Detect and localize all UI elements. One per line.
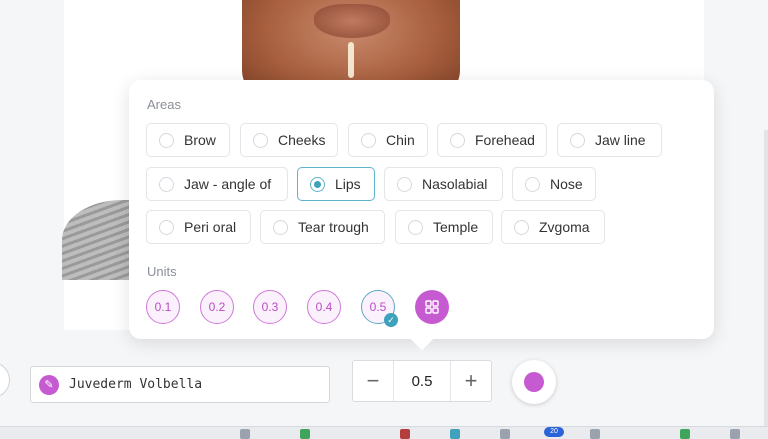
grid-icon xyxy=(425,300,439,314)
notification-badge[interactable]: 20 xyxy=(544,427,564,437)
area-chip-label: Cheeks xyxy=(278,132,326,148)
areas-label: Areas xyxy=(147,97,181,112)
area-chip-label: Brow xyxy=(184,132,216,148)
chin-marker xyxy=(348,42,354,78)
radio-icon xyxy=(570,132,585,148)
area-chip-label: Lips xyxy=(335,176,361,192)
injection-popup: Areas Brow Cheeks Chin Forehead Jaw line… xyxy=(129,80,714,339)
area-chip-zygoma[interactable]: Zvgoma xyxy=(501,210,605,244)
color-swatch xyxy=(524,372,544,392)
unit-value: 0.3 xyxy=(261,300,279,314)
check-icon: ✓ xyxy=(384,313,398,327)
area-chip-jaw-line[interactable]: Jaw line xyxy=(557,123,662,157)
grid-view-button[interactable] xyxy=(415,290,449,324)
area-chip-label: Jaw line xyxy=(595,132,646,148)
area-chip-label: Chin xyxy=(386,132,415,148)
area-chip-label: Temple xyxy=(433,219,479,235)
area-chip-brow[interactable]: Brow xyxy=(146,123,230,157)
right-panel-edge xyxy=(764,130,768,430)
area-chip-peri-oral[interactable]: Peri oral xyxy=(146,210,251,244)
lips-region xyxy=(314,4,390,38)
radio-icon xyxy=(159,219,174,235)
area-chip-label: Tear trough xyxy=(298,219,369,235)
unit-option-0-1[interactable]: 0.1 xyxy=(146,290,180,324)
radio-icon xyxy=(525,176,540,192)
area-chip-temple[interactable]: Temple xyxy=(395,210,493,244)
unit-value: 0.5 xyxy=(369,300,387,314)
radio-icon xyxy=(361,132,376,148)
unit-option-0-2[interactable]: 0.2 xyxy=(200,290,234,324)
area-chip-nasolabial[interactable]: Nasolabial xyxy=(384,167,503,201)
area-chip-label: Zvgoma xyxy=(539,219,590,235)
area-chip-lips[interactable]: Lips xyxy=(297,167,375,201)
area-chip-cheeks[interactable]: Cheeks xyxy=(240,123,338,157)
area-chip-jaw-angle[interactable]: Jaw - angle of xyxy=(146,167,288,201)
increment-button[interactable]: + xyxy=(451,361,491,401)
radio-icon xyxy=(273,219,288,235)
quantity-value[interactable]: 0.5 xyxy=(393,361,451,401)
taskbar: 20 xyxy=(0,426,768,439)
area-chip-tear-trough[interactable]: Tear trough xyxy=(260,210,385,244)
area-chip-label: Nose xyxy=(550,176,583,192)
unit-value: 0.4 xyxy=(315,300,333,314)
unit-option-0-3[interactable]: 0.3 xyxy=(253,290,287,324)
units-label: Units xyxy=(147,264,177,279)
unit-value: 0.1 xyxy=(154,300,172,314)
radio-icon xyxy=(159,176,174,192)
area-chip-label: Peri oral xyxy=(184,219,237,235)
area-chip-chin[interactable]: Chin xyxy=(348,123,428,157)
radio-icon xyxy=(408,219,423,235)
area-chip-label: Jaw - angle of xyxy=(184,176,272,192)
product-field[interactable]: ✎ Juvederm Volbella xyxy=(30,366,330,403)
radio-selected-icon xyxy=(310,176,325,192)
color-picker-button[interactable] xyxy=(512,360,556,404)
radio-icon xyxy=(253,132,268,148)
radio-icon xyxy=(514,219,529,235)
area-chip-forehead[interactable]: Forehead xyxy=(437,123,547,157)
radio-icon xyxy=(159,132,174,148)
decrement-button[interactable]: − xyxy=(353,361,393,401)
area-chip-nose[interactable]: Nose xyxy=(512,167,596,201)
area-chip-label: Forehead xyxy=(475,132,535,148)
radio-icon xyxy=(397,176,412,192)
radio-icon xyxy=(450,132,465,148)
product-name: Juvederm Volbella xyxy=(69,377,203,392)
syringe-icon: ✎ xyxy=(39,374,59,395)
unit-option-0-4[interactable]: 0.4 xyxy=(307,290,341,324)
unit-value: 0.2 xyxy=(208,300,226,314)
left-toggle-button[interactable] xyxy=(0,362,10,398)
unit-option-0-5[interactable]: 0.5 ✓ xyxy=(361,290,398,327)
area-chip-label: Nasolabial xyxy=(422,176,488,192)
quantity-stepper: − 0.5 + xyxy=(352,360,492,402)
